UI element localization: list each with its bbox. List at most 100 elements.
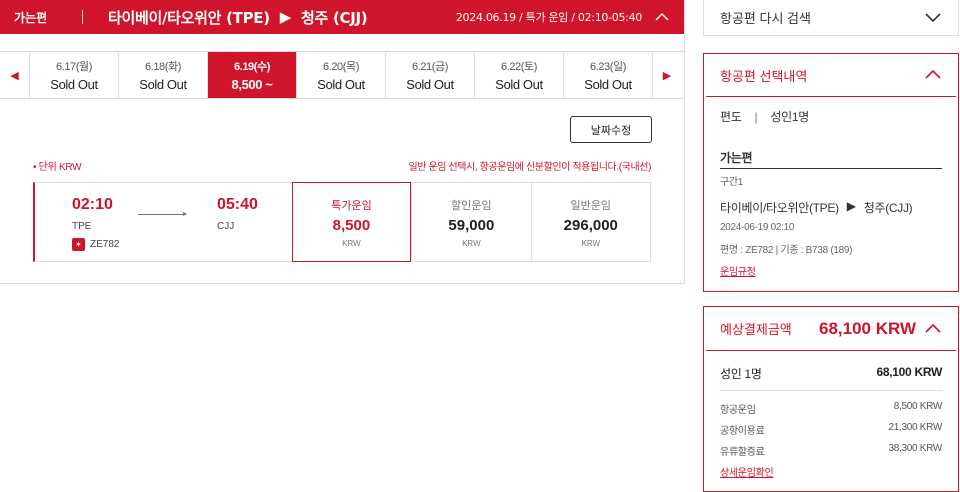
flight-itinerary: 02:10 TPE 05:40 CJJ ✶ ZE782 — [35, 183, 292, 261]
caret-left-icon: ◀ — [10, 68, 19, 82]
fare-name: 특가운임 — [331, 199, 372, 212]
payment-header[interactable]: 예상결제금액 68,100 KRW — [706, 307, 956, 351]
fare-line-item: 항공운임 8,500 KRW — [720, 401, 942, 416]
fare-line-item: 공항이용료 21,300 KRW — [720, 422, 942, 437]
flight-row: 02:10 TPE 05:40 CJJ ✶ ZE782 특가운임 8,500 K… — [33, 182, 651, 262]
line-amount: 38,300 KRW — [888, 443, 942, 454]
selection-header[interactable]: 항공편 선택내역 — [706, 54, 956, 97]
date-price: Sold Out — [50, 77, 98, 92]
research-panel[interactable]: 항공편 다시 검색 — [703, 0, 959, 36]
fare-option-discount[interactable]: 할인운임 59,000 KRW — [411, 183, 530, 261]
selection-title: 항공편 선택내역 — [720, 68, 808, 84]
date-price: Sold Out — [495, 77, 543, 92]
fare-name: 일반운임 — [570, 199, 612, 212]
route-arrow-icon — [138, 212, 187, 216]
fare-unit: KRW — [342, 238, 361, 248]
airline-logo-icon: ✶ — [72, 238, 85, 251]
payment-total-amount: 68,100 KRW — [818, 318, 916, 338]
date-price: Sold Out — [584, 77, 632, 92]
segment-header-bar[interactable]: 가는편 타이베이/타오위안 (TPE) ▶ 청주 (CJJ) 2024.06.1… — [0, 0, 684, 34]
date-label: 6.18(화) — [144, 61, 182, 73]
header-divider — [82, 10, 83, 24]
chevron-up-icon — [925, 69, 941, 79]
payment-summary-panel: 예상결제금액 68,100 KRW 성인 1명 68,100 KRW 항공운임 … — [703, 306, 959, 492]
date-tab[interactable]: 6.17(월) Sold Out — [29, 52, 118, 98]
flight-selection-panel: 가는편 타이베이/타오위안 (TPE) ▶ 청주 (CJJ) 2024.06.1… — [0, 0, 685, 284]
segment-route-from: 타이베이/타오위안(TPE) — [720, 201, 839, 215]
pax-label: 성인 1명 — [720, 367, 762, 381]
segment-datetime: 2024-06-19 02:10 — [720, 222, 795, 233]
payment-title: 예상결제금액 — [720, 322, 792, 337]
departure-code: TPE — [72, 221, 92, 232]
payment-total: 68,100 KRW — [819, 319, 942, 339]
fare-unit: KRW — [581, 238, 601, 248]
date-tab[interactable]: 6.23(일) Sold Out — [563, 52, 652, 98]
currency-unit: • 단위 KRW — [33, 162, 82, 173]
flight-number: ZE782 — [90, 239, 120, 250]
arrival-code: CJJ — [217, 221, 235, 232]
chevron-down-icon — [925, 13, 941, 23]
date-tab[interactable]: 6.20(목) Sold Out — [296, 52, 385, 98]
trip-divider: | — [754, 110, 758, 124]
segment-title: 가는편 — [720, 149, 942, 169]
line-label: 유류할증료 — [720, 447, 765, 458]
trip-summary: 편도 | 성인1명 — [720, 108, 809, 125]
date-price: Sold Out — [139, 77, 187, 92]
fare-name: 할인운임 — [451, 199, 492, 212]
route-from: 타이베이/타오위안 (TPE) — [108, 8, 270, 27]
fare-detail-link[interactable]: 상세운임확인 — [720, 464, 942, 479]
selection-summary-panel: 항공편 선택내역 편도 | 성인1명 가는편 구간1 타이베이/타오위안(TPE… — [703, 53, 959, 292]
route-title: 타이베이/타오위안 (TPE) ▶ 청주 (CJJ) — [108, 7, 368, 28]
pax-amount: 68,100 KRW — [876, 365, 943, 379]
segment-flight-info: 편명 : ZE782 | 기종 : B738 (189) — [720, 245, 853, 256]
segment-sub: 구간1 — [720, 177, 744, 188]
prev-week-button[interactable]: ◀ — [0, 52, 29, 98]
chevron-up-icon — [925, 323, 941, 333]
segment-meta: 2024.06.19 / 특가 운임 / 02:10-05:40 — [455, 11, 642, 24]
line-label: 항공운임 — [720, 405, 756, 416]
arrow-right-icon: ▶ — [279, 8, 292, 26]
arrival-time: 05:40 — [217, 196, 258, 213]
passenger-subtotal: 성인 1명 68,100 KRW — [720, 365, 942, 391]
date-tab-selected[interactable]: 6.19(수) 8,500 ~ — [207, 52, 296, 98]
direction-label: 가는편 — [14, 10, 48, 25]
route-to: 청주 (CJJ) — [301, 8, 368, 27]
date-tab[interactable]: 6.22(토) Sold Out — [474, 52, 563, 98]
departure-time: 02:10 — [72, 196, 113, 213]
fare-price: 296,000 — [563, 216, 618, 234]
date-label: 6.22(토) — [500, 61, 538, 73]
airline-info: ✶ ZE782 — [72, 238, 119, 251]
modify-date-button[interactable]: 날짜수정 — [570, 116, 652, 143]
fare-price: 59,000 — [448, 216, 495, 234]
chevron-up-icon[interactable] — [654, 9, 670, 25]
date-price: Sold Out — [406, 77, 454, 92]
fare-line-item: 유류할증료 38,300 KRW — [720, 443, 942, 458]
passenger-count: 성인1명 — [770, 110, 810, 124]
date-tab[interactable]: 6.21(금) Sold Out — [385, 52, 474, 98]
date-label: 6.19(수) — [233, 61, 271, 73]
line-amount: 21,300 KRW — [888, 422, 942, 433]
date-price: 8,500 ~ — [231, 77, 273, 92]
segment-route: 타이베이/타오위안(TPE) ▶ 청주(CJJ) — [720, 199, 913, 216]
date-tab[interactable]: 6.18(화) Sold Out — [118, 52, 207, 98]
next-week-button[interactable]: ▶ — [652, 52, 681, 98]
research-label: 항공편 다시 검색 — [720, 10, 811, 26]
fare-rule-link[interactable]: 운임규정 — [720, 263, 756, 278]
date-label: 6.21(금) — [411, 61, 449, 73]
date-label: 6.20(목) — [322, 61, 360, 73]
fare-unit: KRW — [462, 238, 481, 248]
date-label: 6.23(일) — [589, 61, 627, 73]
fare-price: 8,500 — [332, 216, 371, 234]
research-header[interactable]: 항공편 다시 검색 — [704, 0, 958, 35]
detail-link-label: 상세운임확인 — [720, 468, 774, 479]
fare-option-normal[interactable]: 일반운임 296,000 KRW — [530, 183, 650, 261]
date-price: Sold Out — [317, 77, 365, 92]
trip-type: 편도 — [720, 110, 742, 124]
line-label: 공항이용료 — [720, 426, 765, 437]
line-amount: 8,500 KRW — [893, 401, 943, 412]
segment-route-to: 청주(CJJ) — [863, 201, 913, 215]
caret-right-icon: ▶ — [662, 68, 672, 82]
fare-option-special[interactable]: 특가운임 8,500 KRW — [291, 182, 412, 262]
arrow-right-icon: ▶ — [846, 199, 856, 213]
fare-notice: 일반 운임 선택시, 항공운임에 신분할인이 적용됩니다.(국내선) — [408, 162, 651, 173]
